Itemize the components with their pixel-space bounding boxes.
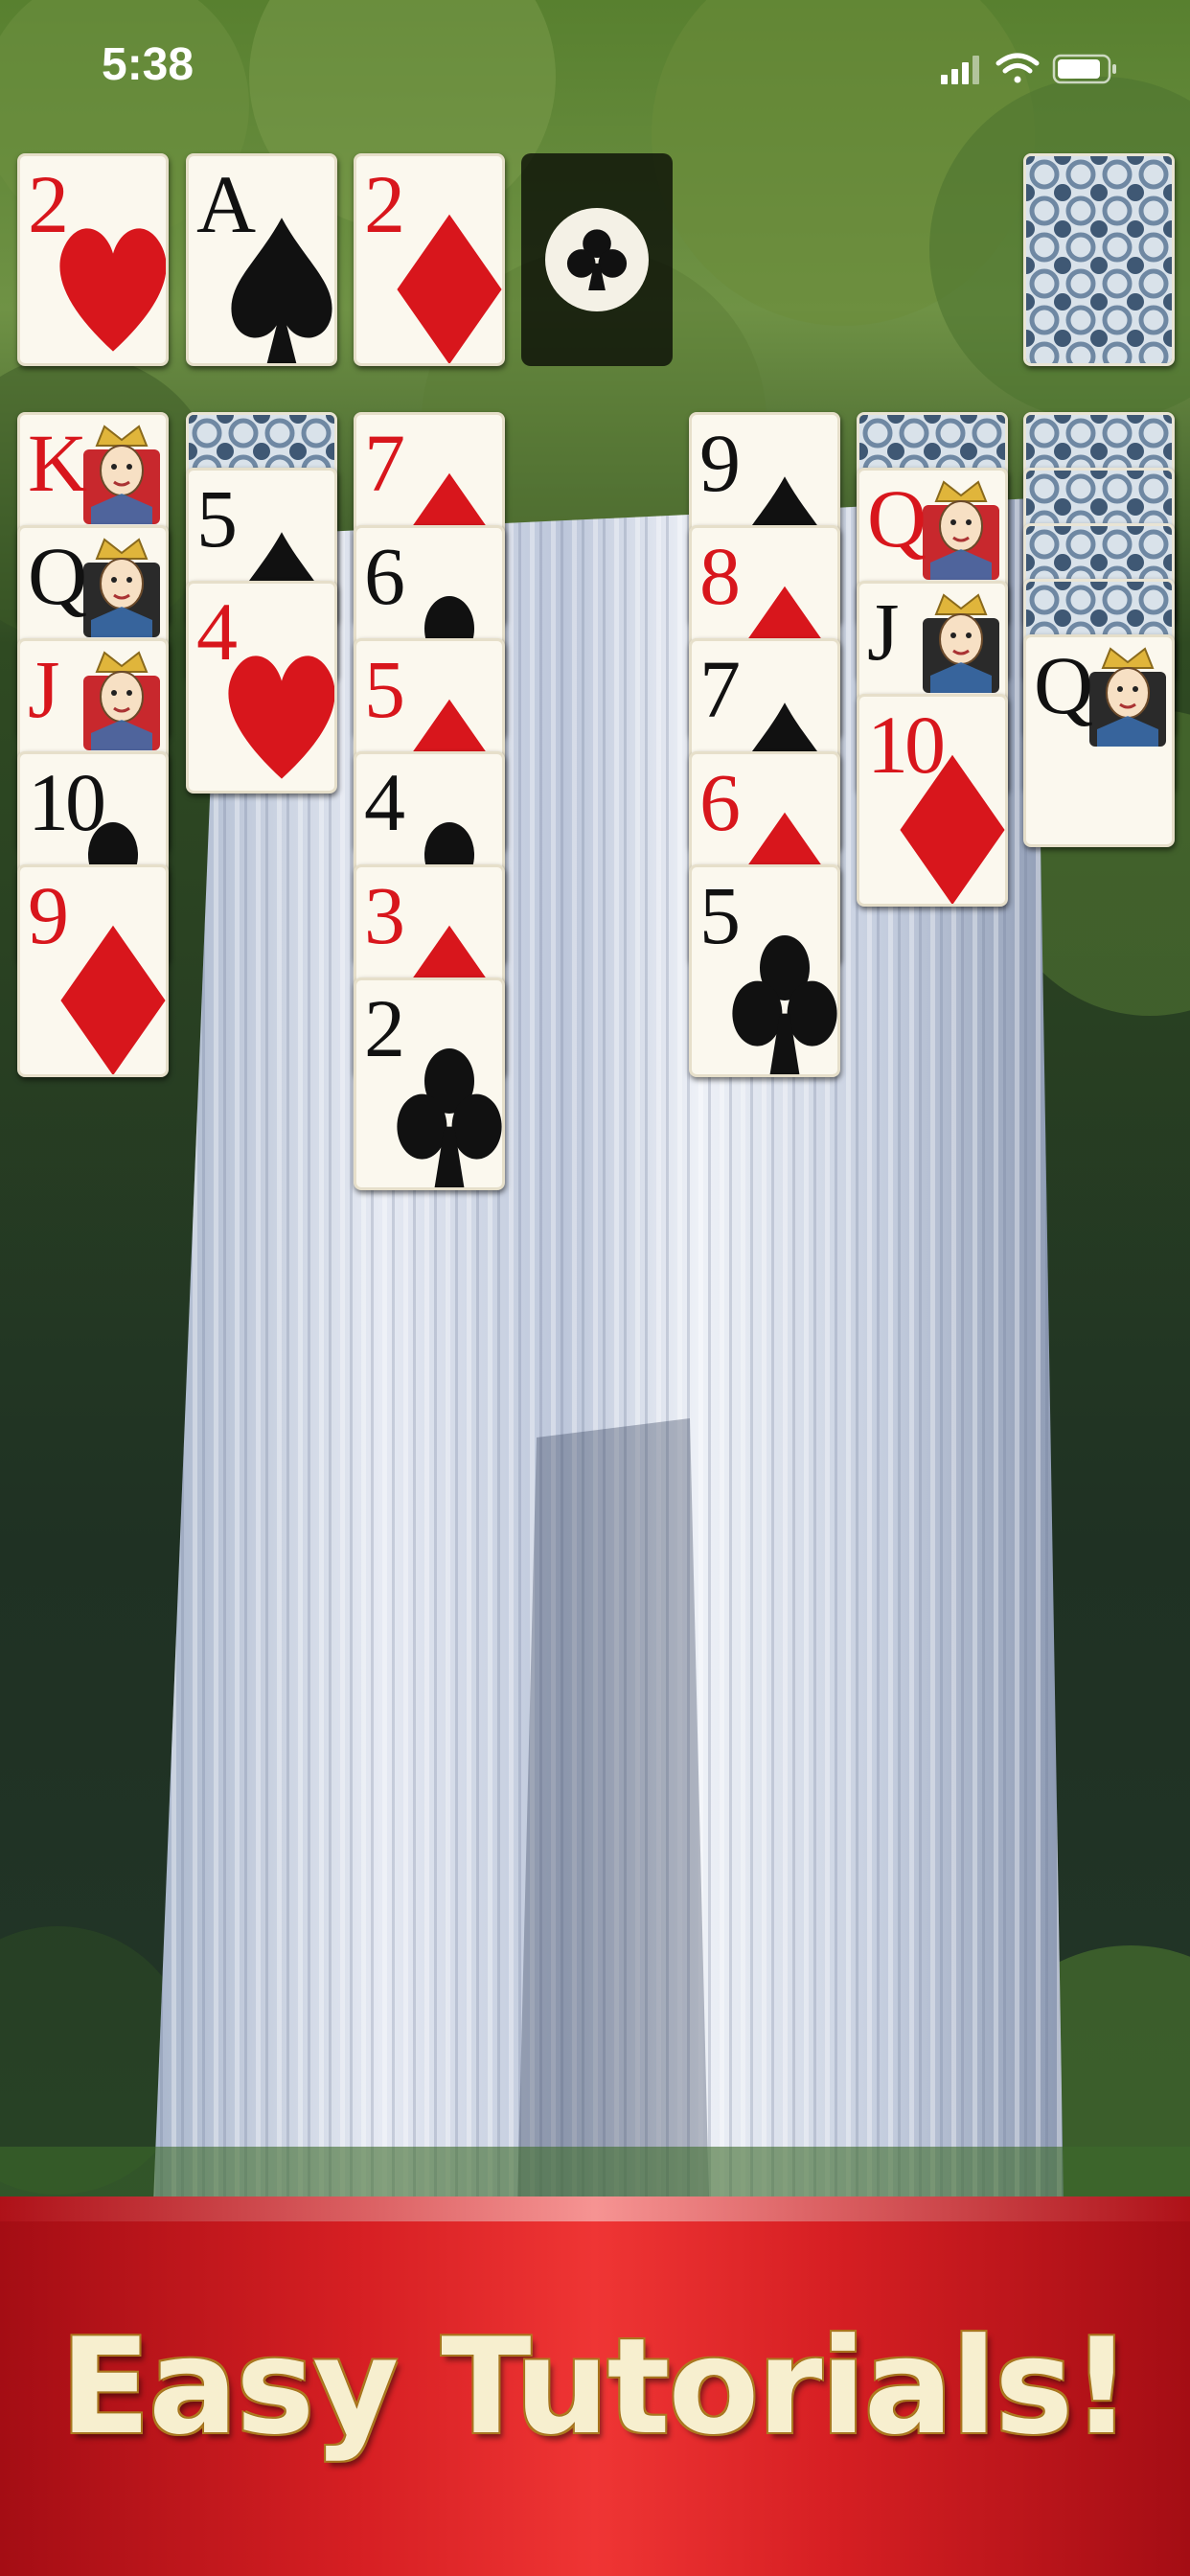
court-portrait-icon [1089,647,1166,747]
tableau-1-card[interactable]: 4 [186,581,337,794]
card-rank: 4 [196,586,238,678]
status-icons [941,50,1123,93]
card-rank: K [28,417,87,509]
card-rank: 4 [364,756,405,848]
tableau-0-card[interactable]: 9 [17,864,169,1077]
card-rank: 5 [364,643,405,735]
banner-shine [0,2196,1190,2221]
card-rank: 5 [196,472,238,564]
card-rank: Q [28,530,87,622]
clubs-suit-icon [545,208,649,311]
heart-suit-icon [59,228,166,352]
status-time: 5:38 [102,39,195,90]
tableau-4-card[interactable]: 5 [689,864,840,1077]
wifi-icon [995,53,1040,83]
cellular-signal-icon [941,56,979,84]
court-portrait-icon [83,538,160,637]
card-rank: 7 [364,417,405,509]
card-rank: 2 [364,982,405,1074]
card-rank: 2 [28,158,69,250]
court-portrait-icon [923,480,999,580]
card-rank: 5 [699,869,741,961]
club-suit-icon [397,1048,502,1187]
waterfall-background [0,0,1190,2576]
card-rank: J [28,643,60,735]
promo-banner: Easy Tutorials! [0,2196,1190,2576]
foundation-spades[interactable]: A [186,153,337,366]
card-rank: Q [1034,639,1093,731]
battery-icon [1052,54,1116,84]
court-portrait-icon [83,425,160,524]
tableau-6-card[interactable]: Q [1023,634,1175,847]
card-rank: 10 [28,756,106,848]
card-rank: 2 [364,158,405,250]
card-rank: 6 [364,530,405,622]
card-rank: 7 [699,643,741,735]
tableau-2-card[interactable]: 2 [354,978,505,1190]
foundation-diamonds[interactable]: 2 [354,153,505,366]
diamond-suit-icon [397,214,502,363]
card-rank: 9 [699,417,741,509]
heart-suit-icon [228,656,334,779]
card-rank: 9 [28,869,69,961]
diamond-suit-icon [60,925,166,1074]
banner-title: Easy Tutorials! [59,2310,1132,2464]
foundation-hearts[interactable]: 2 [17,153,169,366]
status-bar: 5:38 [0,0,1190,144]
court-portrait-icon [923,593,999,693]
card-rank: A [196,158,256,250]
card-rank: 3 [364,869,405,961]
card-rank: 10 [867,699,946,791]
court-portrait-icon [83,651,160,750]
card-rank: Q [867,472,927,564]
tableau-5-card[interactable]: 10 [857,694,1008,907]
card-rank: 8 [699,530,741,622]
card-rank: J [867,586,900,678]
stock-pile [1023,153,1175,366]
foundation-slot-clubs[interactable] [521,153,673,366]
club-suit-icon [732,935,837,1074]
card-rank: 6 [699,756,741,848]
